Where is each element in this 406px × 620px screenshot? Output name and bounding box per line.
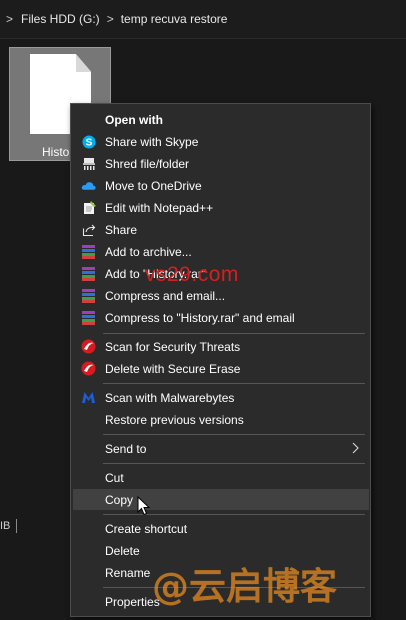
file-icon-fold [76,54,91,72]
mouse-cursor-icon [137,495,151,516]
svg-text:S: S [85,137,92,148]
share-icon [81,222,96,237]
menu-item-label: Compress and email... [105,288,226,303]
menu-item-label: Share [105,222,138,237]
menu-item-label: Create shortcut [105,521,188,536]
menu-item-label: Open with [105,112,163,127]
menu-item-label: Delete [105,543,140,558]
menu-item-label: Restore previous versions [105,412,244,427]
menu-separator [103,383,365,384]
menu-item-cut[interactable]: Cut [73,467,369,488]
menu-item-restore-versions[interactable]: Restore previous versions [73,409,369,430]
menu-item-create-shortcut[interactable]: Create shortcut [73,518,369,539]
context-menu: Open with S Share with Skype Shred file/… [70,103,371,617]
menu-separator [103,333,365,334]
menu-item-label: Add to archive... [105,244,192,259]
menu-item-label: Scan with Malwarebytes [105,390,235,405]
menu-item-label: Delete with Secure Erase [105,361,241,376]
menu-item-label: Share with Skype [105,134,199,149]
file-name: Histo [42,145,70,159]
menu-item-shred[interactable]: Shred file/folder [73,153,369,174]
status-divider [16,519,18,533]
menu-item-send-to[interactable]: Send to [73,438,369,459]
menu-item-label: Cut [105,470,124,485]
malwarebytes-icon [81,390,96,405]
breadcrumb-folder[interactable]: temp recuva restore [121,12,228,26]
menu-item-compress-history-email[interactable]: Compress to "History.rar" and email [73,307,369,328]
menu-item-share[interactable]: Share [73,219,369,240]
notepadpp-icon [81,200,96,215]
menu-item-label: Edit with Notepad++ [105,200,214,215]
menu-item-open-with[interactable]: Open with [73,109,369,130]
breadcrumb-separator-icon[interactable]: > [107,12,114,26]
menu-item-copy[interactable]: Copy [73,489,369,510]
status-size: IB [0,520,11,532]
menu-item-secure-erase[interactable]: Delete with Secure Erase [73,358,369,379]
winrar-icon [81,288,96,303]
watermark-site: vs29.com [145,263,239,286]
breadcrumb-separator-icon[interactable]: > [6,12,13,26]
winrar-icon [81,244,96,259]
menu-item-edit-notepadpp[interactable]: Edit with Notepad++ [73,197,369,218]
menu-item-label: Send to [105,441,147,456]
menu-item-label: Copy [105,492,134,507]
menu-item-share-skype[interactable]: S Share with Skype [73,131,369,152]
menu-item-add-archive[interactable]: Add to archive... [73,241,369,262]
menu-item-label: Shred file/folder [105,156,190,171]
menu-item-move-onedrive[interactable]: Move to OneDrive [73,175,369,196]
trend-micro-icon [81,339,96,354]
menu-item-label: Rename [105,565,151,580]
breadcrumb-drive[interactable]: Files HDD (G:) [21,12,100,26]
winrar-icon [81,266,96,281]
menu-item-scan-malwarebytes[interactable]: Scan with Malwarebytes [73,387,369,408]
skype-icon: S [81,134,96,149]
menu-item-compress-email[interactable]: Compress and email... [73,285,369,306]
menu-item-scan-security[interactable]: Scan for Security Threats [73,336,369,357]
trend-micro-icon [81,361,96,376]
shredder-icon [81,156,96,171]
watermark-blog: @云启博客 [152,565,337,608]
address-bar[interactable]: > Files HDD (G:) > temp recuva restore [0,0,406,39]
menu-item-label: Scan for Security Threats [105,339,241,354]
onedrive-icon [81,178,96,193]
menu-separator [103,463,365,464]
menu-item-label: Move to OneDrive [105,178,202,193]
winrar-icon [81,310,96,325]
chevron-right-icon [349,442,361,454]
menu-item-label: Compress to "History.rar" and email [105,310,295,325]
menu-separator [103,434,365,435]
